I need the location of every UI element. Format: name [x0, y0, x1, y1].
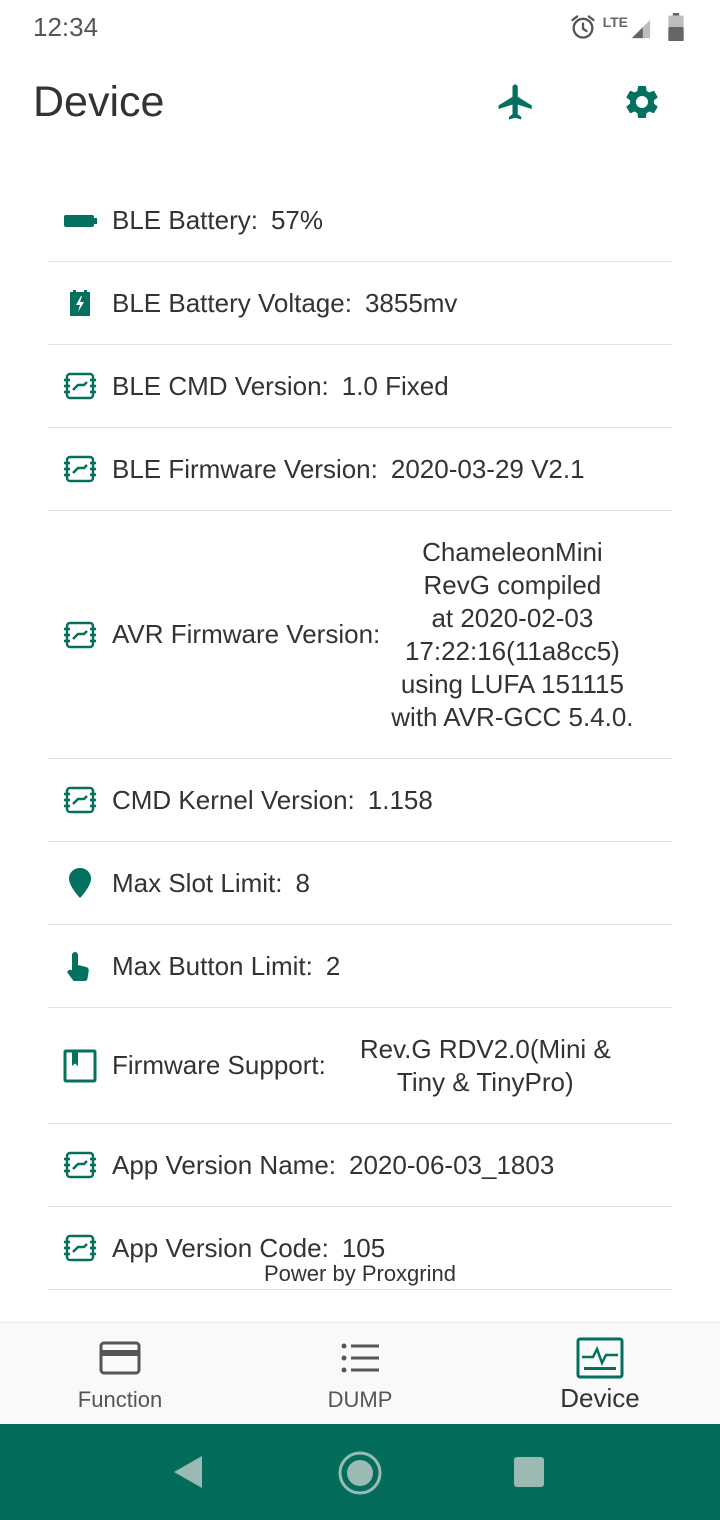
info-row-max-slot-limit: Max Slot Limit: 8 — [48, 842, 672, 925]
battery-charging-icon — [62, 285, 98, 321]
list-icon — [336, 1337, 384, 1379]
chip-icon — [62, 1147, 98, 1183]
info-row-firmware-support: Firmware Support: Rev.G RDV2.0(Mini & Ti… — [48, 1008, 672, 1124]
row-value: 1.158 — [367, 784, 433, 815]
info-row-max-button-limit: Max Button Limit: 2 — [48, 925, 672, 1008]
back-icon[interactable] — [168, 1452, 208, 1492]
chip-icon — [62, 368, 98, 404]
alarm-icon — [570, 15, 595, 39]
airplane-icon — [498, 84, 532, 120]
row-value: 3855mv — [364, 287, 458, 318]
row-label: BLE CMD Version: — [112, 370, 329, 401]
row-value: ChameleonMini RevG compiled at 2020-02-0… — [391, 536, 634, 732]
row-value: 105 — [341, 1232, 386, 1263]
row-label: BLE Battery Voltage: — [112, 287, 352, 318]
row-label: BLE Firmware Version: — [112, 453, 378, 484]
row-value: 8 — [295, 867, 310, 898]
info-row-ble-firmware-version: BLE Firmware Version: 2020-03-29 V2.1 — [48, 428, 672, 511]
row-label: AVR Firmware Version: — [112, 619, 381, 649]
status-bar: 12:34 LTE — [0, 0, 720, 54]
info-row-avr-firmware-version: AVR Firmware Version: ChameleonMini RevG… — [48, 511, 672, 759]
system-navigation-bar — [0, 1424, 720, 1520]
settings-button[interactable] — [616, 76, 668, 128]
info-row-ble-cmd-version: BLE CMD Version: 1.0 Fixed — [48, 345, 672, 428]
row-value: 1.0 Fixed — [341, 370, 449, 401]
chip-icon — [62, 451, 98, 487]
nav-label: Function — [77, 1387, 163, 1412]
chip-icon — [62, 617, 98, 653]
info-row-ble-battery-voltage: BLE Battery Voltage: 3855mv — [48, 262, 672, 345]
row-label: Max Slot Limit: — [112, 867, 283, 898]
row-label: BLE Battery: — [112, 205, 258, 235]
chip-icon — [62, 782, 98, 818]
row-value: 2020-06-03_1803 — [349, 1149, 555, 1180]
network-type: LTE — [602, 14, 628, 30]
map-pin-icon — [62, 865, 98, 901]
touch-hand-icon — [62, 948, 98, 984]
battery-full-icon — [62, 203, 98, 239]
row-value: 2020-03-29 V2.1 — [390, 453, 585, 484]
device-info-list: BLE Battery: 57% BLE Battery Voltage: 38… — [48, 180, 672, 1290]
status-time: 12:34 — [33, 12, 99, 42]
nav-item-dump[interactable]: DUMP — [240, 1323, 480, 1425]
nav-label: Device — [560, 1383, 640, 1413]
monitor-pulse-icon — [576, 1337, 624, 1379]
nav-item-function[interactable]: Function — [0, 1323, 240, 1425]
recent-apps-icon[interactable] — [513, 1456, 545, 1488]
row-value: Rev.G RDV2.0(Mini & Tiny & TinyPro) — [359, 1033, 611, 1097]
footer-credit: Power by Proxgrind — [264, 1261, 456, 1286]
row-label: App Version Code: — [112, 1232, 329, 1263]
settings-gear-icon — [626, 85, 658, 118]
info-row-app-version-name: App Version Name: 2020-06-03_1803 — [48, 1124, 672, 1207]
bottom-navigation: Function DUMP Device — [0, 1322, 720, 1424]
book-icon — [62, 1048, 98, 1084]
page-title: Device — [33, 78, 165, 126]
status-icons: LTE — [569, 12, 684, 42]
row-label: Max Button Limit: — [112, 950, 313, 981]
row-value: 2 — [325, 950, 341, 981]
nav-label: DUMP — [327, 1387, 393, 1412]
row-value: 57% — [270, 205, 324, 235]
app-bar: Device — [0, 60, 720, 150]
nav-item-device[interactable]: Device — [480, 1323, 720, 1425]
info-row-ble-battery: BLE Battery: 57% — [48, 180, 672, 262]
row-label: App Version Name: — [112, 1149, 337, 1180]
battery-icon — [668, 13, 684, 41]
home-icon[interactable] — [337, 1450, 383, 1496]
row-label: Firmware Support: — [112, 1050, 326, 1080]
airplane-mode-button[interactable] — [490, 76, 542, 128]
info-row-cmd-kernel-version: CMD Kernel Version: 1.158 — [48, 759, 672, 842]
row-label: CMD Kernel Version: — [112, 784, 355, 815]
signal-icon — [631, 19, 651, 39]
card-icon — [96, 1337, 144, 1379]
